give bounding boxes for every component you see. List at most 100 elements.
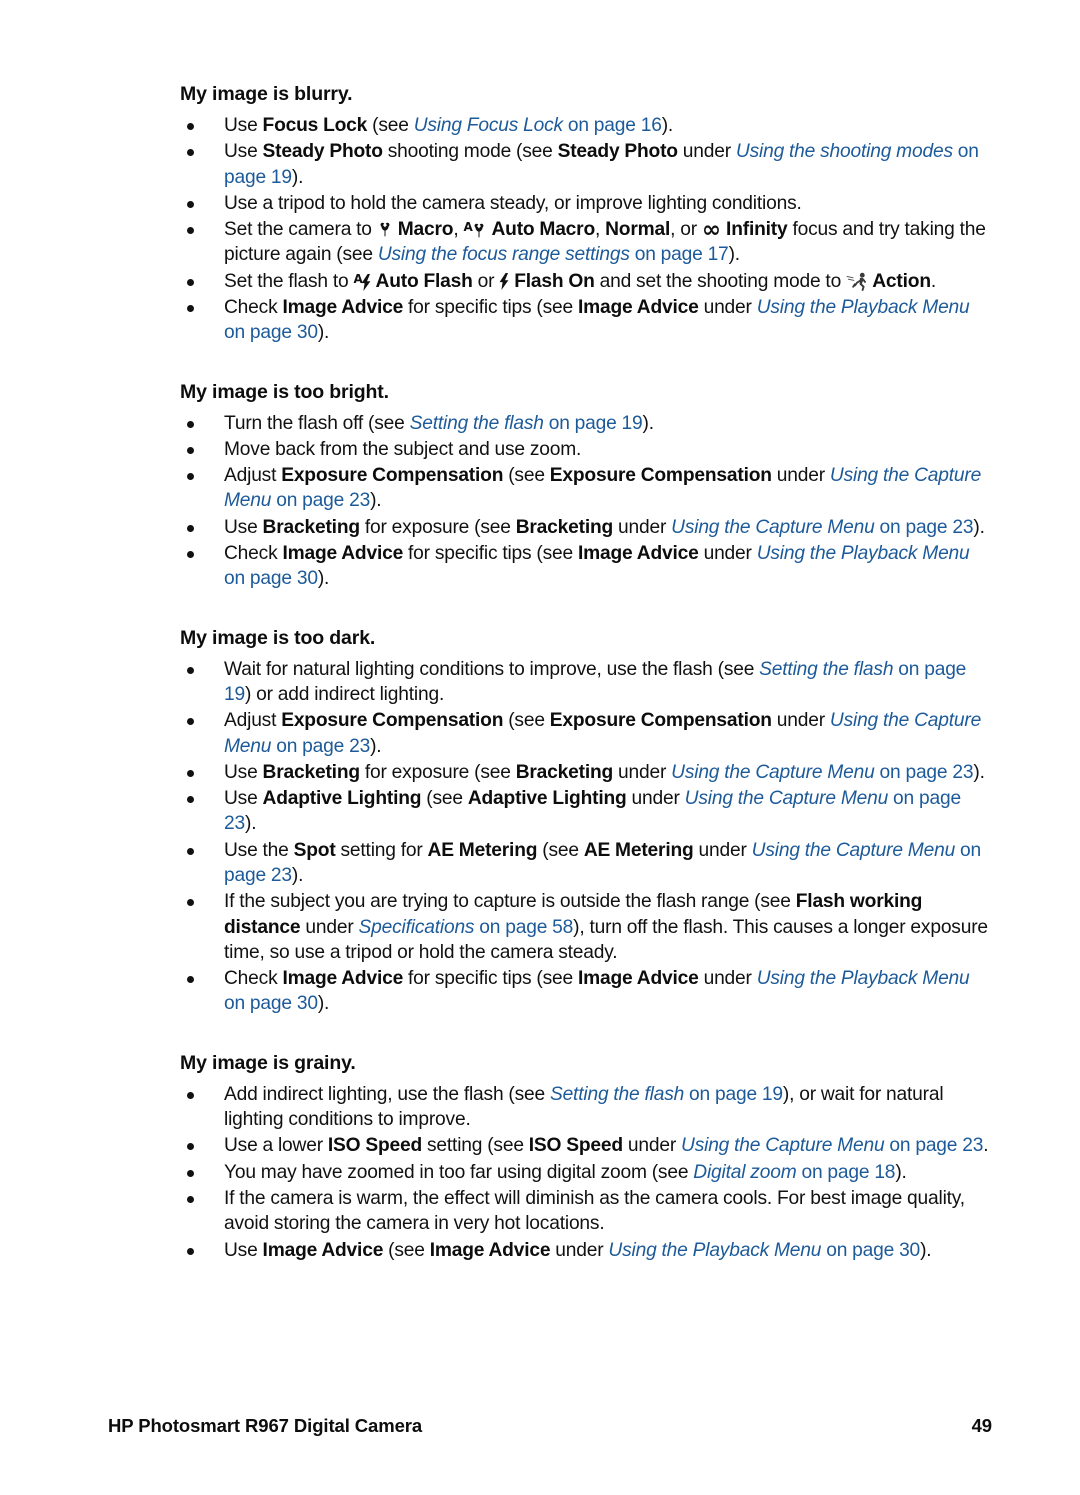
cross-reference-page[interactable]: on page 58: [474, 917, 573, 938]
cross-reference-page[interactable]: on page 30: [224, 568, 318, 589]
cross-reference-link[interactable]: Using the Playback Menu: [608, 1240, 821, 1261]
bold-term: Steady Photo: [557, 141, 678, 163]
cross-reference-link[interactable]: Setting the flash: [550, 1084, 684, 1105]
document-page: My image is blurry. Use Focus Lock (see U…: [0, 0, 1080, 1495]
cross-reference-page[interactable]: on page 23: [875, 762, 974, 783]
cross-reference-link[interactable]: Specifications: [358, 917, 474, 938]
body-text: Turn the flash off (see: [224, 412, 410, 434]
cross-reference-page[interactable]: on page 17: [630, 244, 729, 265]
tip-list: Use Focus Lock (see Using Focus Lock on …: [180, 113, 992, 346]
cross-reference-page[interactable]: on page 30: [224, 322, 318, 343]
bold-term: Auto Macro: [487, 219, 596, 241]
bold-term: Exposure Compensation: [281, 465, 504, 487]
cross-reference-page[interactable]: on page 19: [544, 413, 643, 434]
body-text: ).: [728, 244, 741, 266]
body-text: ).: [370, 490, 382, 512]
bold-term: Image Advice: [577, 968, 699, 990]
bold-term: Flash On: [509, 270, 595, 292]
bold-term: Image Advice: [429, 1239, 551, 1261]
bold-term: Exposure Compensation: [549, 465, 772, 487]
bold-term: Steady Photo: [262, 141, 383, 163]
tip-item-exposure-compensation-dark: Adjust Exposure Compensation (see Exposu…: [180, 708, 992, 759]
page-content: My image is blurry. Use Focus Lock (see U…: [180, 82, 992, 1264]
body-text: under: [698, 968, 757, 990]
body-text: under: [771, 465, 830, 487]
infinity-icon: ∞: [701, 217, 722, 244]
tip-list: Add indirect lighting, use the flash (se…: [180, 1082, 992, 1263]
cross-reference-link[interactable]: Setting the flash: [759, 659, 893, 680]
section-heading: My image is too dark.: [180, 626, 376, 649]
body-text: Use the: [224, 839, 294, 861]
body-text: .: [930, 270, 937, 292]
tip-item-flash-action: Set the flash to A Auto Flash or Flash O…: [180, 269, 992, 294]
tip-item-iso-speed: Use a lower ISO Speed setting (see ISO S…: [180, 1133, 992, 1158]
tip-item-image-advice-bright: Check Image Advice for specific tips (se…: [180, 541, 992, 592]
tip-item-ae-metering: Use the Spot setting for AE Metering (se…: [180, 838, 992, 889]
bold-term: Macro: [392, 219, 454, 241]
bold-term: Adaptive Lighting: [262, 788, 422, 810]
body-text: Adjust: [224, 710, 282, 732]
cross-reference-page[interactable]: on page 16: [563, 115, 662, 136]
body-text: for specific tips (see: [403, 297, 578, 319]
troubleshooting-section: My image is grainy. Add indirect lighting…: [180, 1051, 992, 1263]
bold-term: Auto Flash: [371, 270, 473, 292]
cross-reference-page[interactable]: on page 23: [271, 490, 370, 511]
body-text: under: [622, 1135, 682, 1157]
cross-reference-page[interactable]: on page 18: [797, 1162, 895, 1183]
cross-reference-page[interactable]: on page 19: [684, 1084, 783, 1105]
page-footer: HP Photosmart R967 Digital Camera 49: [108, 1415, 992, 1437]
cross-reference-link[interactable]: Using the Capture Menu: [752, 840, 956, 861]
cross-reference-link[interactable]: Using the Capture Menu: [681, 1135, 885, 1156]
troubleshooting-section: My image is too bright. Turn the flash of…: [180, 380, 992, 592]
tulip-icon: [471, 222, 487, 238]
tip-item-camera-warm: If the camera is warm, the effect will d…: [180, 1186, 992, 1237]
section-heading: My image is blurry.: [180, 83, 353, 105]
troubleshooting-section: My image is blurry. Use Focus Lock (see U…: [180, 82, 992, 346]
tip-list: Wait for natural lighting conditions to …: [180, 657, 992, 1017]
bold-term: Focus Lock: [262, 114, 368, 136]
bold-term: Image Advice: [282, 968, 404, 990]
body-text: .: [983, 1135, 989, 1157]
cross-reference-link[interactable]: Using the Capture Menu: [671, 762, 875, 783]
tip-item-image-advice-dark: Check Image Advice for specific tips (se…: [180, 966, 992, 1017]
tip-item-steady-photo: Use Steady Photo shooting mode (see Stea…: [180, 139, 992, 190]
bold-term: Exposure Compensation: [549, 710, 772, 732]
cross-reference-page[interactable]: on page 23: [884, 1135, 983, 1156]
body-text: You may have zoomed in too far using dig…: [224, 1161, 694, 1183]
body-text: under: [300, 916, 359, 938]
body-text: (see: [503, 465, 550, 487]
cross-reference-link[interactable]: Using Focus Lock: [414, 115, 563, 136]
body-text: (see: [367, 114, 414, 136]
cross-reference-link[interactable]: Using the Capture Menu: [671, 517, 875, 538]
cross-reference-page[interactable]: on page 30: [224, 993, 318, 1014]
body-text: Use: [224, 114, 263, 136]
tip-item-bracketing-dark: Use Bracketing for exposure (see Bracket…: [180, 760, 992, 785]
tip-item-exposure-compensation-bright: Adjust Exposure Compensation (see Exposu…: [180, 463, 992, 514]
bold-term: Normal: [605, 219, 671, 241]
cross-reference-link[interactable]: Setting the flash: [410, 413, 544, 434]
auto-macro-icon: A: [463, 217, 487, 242]
cross-reference-link[interactable]: Using the Playback Menu: [757, 297, 970, 318]
body-text: Use: [224, 761, 263, 783]
cross-reference-link[interactable]: Using the Capture Menu: [685, 788, 889, 809]
cross-reference-page[interactable]: on page 23: [875, 517, 974, 538]
footer-title: HP Photosmart R967 Digital Camera: [108, 1415, 423, 1436]
body-text: (see: [421, 788, 468, 810]
cross-reference-link[interactable]: Using the focus range settings: [378, 244, 630, 265]
section-heading: My image is too bright.: [180, 380, 389, 403]
cross-reference-link[interactable]: Using the shooting modes: [736, 141, 953, 162]
cross-reference-page[interactable]: on page 23: [271, 736, 370, 757]
tip-item-bracketing-bright: Use Bracketing for exposure (see Bracket…: [180, 515, 992, 540]
bold-term: Infinity: [721, 219, 788, 241]
cross-reference-link[interactable]: Using the Playback Menu: [757, 543, 970, 564]
body-text: If the subject you are trying to capture…: [224, 891, 796, 913]
body-text: for specific tips (see: [403, 543, 578, 565]
cross-reference-link[interactable]: Digital zoom: [693, 1162, 796, 1183]
body-text: Move back from the subject and use zoom.: [224, 438, 582, 460]
cross-reference-page[interactable]: on page 30: [821, 1240, 920, 1261]
troubleshooting-section: My image is too dark. Wait for natural li…: [180, 626, 992, 1017]
cross-reference-link[interactable]: Using the Playback Menu: [757, 968, 970, 989]
body-text: Adjust: [224, 465, 282, 487]
body-text: under: [698, 543, 757, 565]
body-text: under: [698, 297, 757, 319]
